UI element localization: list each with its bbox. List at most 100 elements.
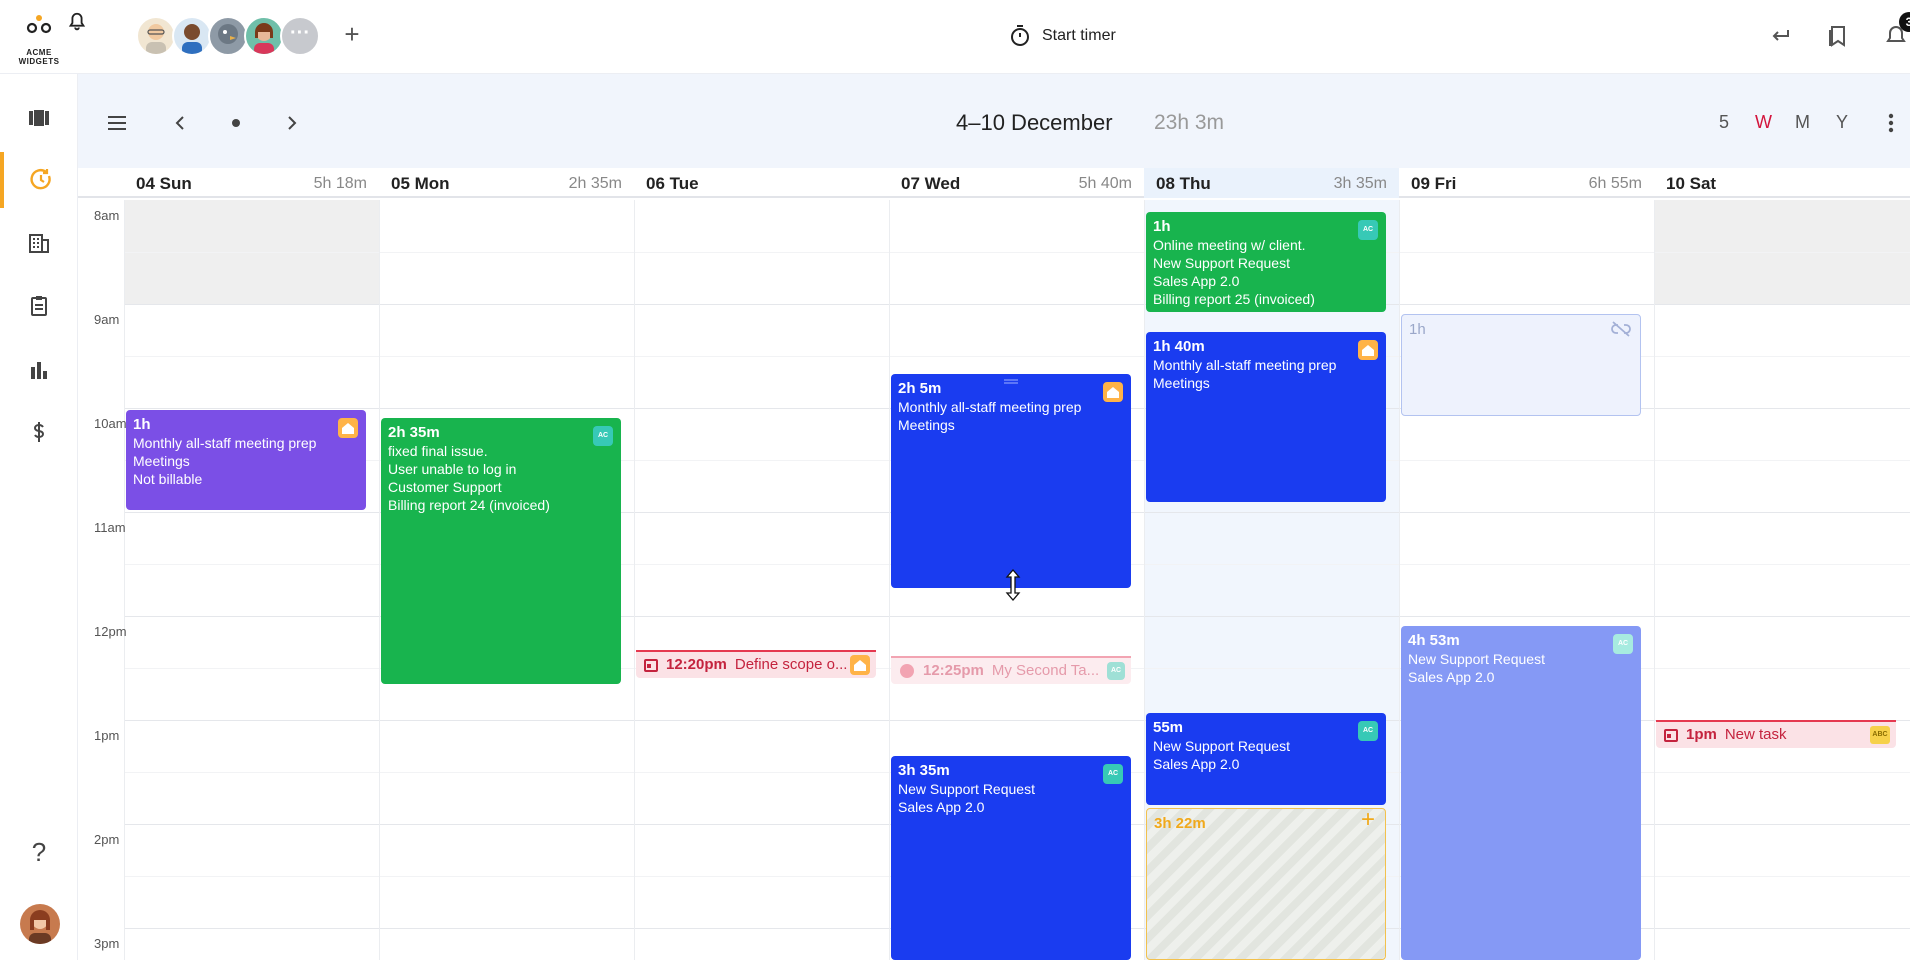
- day-header-sun[interactable]: 04 Sun 5h 18m: [124, 168, 379, 198]
- bell-icon[interactable]: [66, 10, 88, 34]
- hour-label: 12pm: [94, 624, 127, 639]
- column-divider: [634, 200, 635, 960]
- add-entry-icon[interactable]: +: [1361, 809, 1375, 832]
- calendar-toolbar: 4–10 December 23h 3m 5 W M Y: [78, 74, 1910, 168]
- start-timer-button[interactable]: Start timer: [1008, 22, 1116, 50]
- start-timer-label: Start timer: [1042, 27, 1116, 44]
- more-members-button[interactable]: ···: [280, 16, 320, 56]
- home-icon: [338, 418, 358, 438]
- time-entry-fri-support-request[interactable]: 4h 53m New Support Request Sales App 2.0…: [1401, 626, 1641, 960]
- day-column-sun[interactable]: [124, 200, 379, 960]
- view-year-button[interactable]: Y: [1836, 112, 1848, 133]
- week-grid[interactable]: 8am 9am 10am 11am 12pm 1pm 2pm 3pm 1h Mo…: [78, 200, 1910, 960]
- client-badge-icon: AC: [593, 426, 613, 446]
- half-hour-line: [124, 356, 1910, 357]
- sidebar-item-time[interactable]: [0, 152, 78, 208]
- home-icon: [850, 655, 870, 675]
- day-header-mon[interactable]: 05 Mon 2h 35m: [379, 168, 634, 198]
- client-badge-icon: AC: [1107, 662, 1125, 680]
- column-divider: [889, 200, 890, 960]
- acme-widgets-logo[interactable]: ACME WIDGETS: [12, 12, 66, 66]
- member-avatar[interactable]: [208, 16, 248, 56]
- client-badge-icon: ABC: [1870, 726, 1890, 744]
- time-entry-thu-support-request[interactable]: 55m New Support Request Sales App 2.0 AC: [1146, 713, 1386, 805]
- column-divider: [124, 200, 125, 960]
- client-badge-icon: AC: [1103, 764, 1123, 784]
- avatar-icon: [900, 664, 914, 678]
- unlink-icon[interactable]: [1610, 321, 1632, 337]
- column-divider: [1144, 200, 1145, 960]
- dollar-icon: [33, 422, 45, 442]
- task-wed-second-task[interactable]: 12:25pm My Second Ta... AC: [891, 656, 1131, 684]
- drag-handle-icon[interactable]: [1003, 378, 1019, 384]
- day-header-tue[interactable]: 06 Tue: [634, 168, 889, 198]
- calendar-icon: [1664, 729, 1678, 742]
- calendar-icon: [644, 659, 658, 672]
- column-divider: [1654, 200, 1655, 960]
- day-header-wed[interactable]: 07 Wed 5h 40m: [889, 168, 1144, 198]
- client-badge-icon: AC: [1358, 721, 1378, 741]
- menu-icon[interactable]: [106, 114, 128, 132]
- half-hour-line: [124, 252, 1910, 253]
- help-icon: ?: [31, 836, 47, 867]
- time-entry-fri-unlinked[interactable]: 1h: [1401, 314, 1641, 416]
- member-avatar[interactable]: [244, 16, 284, 56]
- resize-cursor-icon: [1005, 569, 1021, 601]
- hour-label: 1pm: [94, 728, 120, 743]
- home-icon: [1358, 340, 1378, 360]
- stopwatch-icon: [1011, 25, 1029, 46]
- undo-icon[interactable]: [1766, 22, 1794, 50]
- help-button[interactable]: ?: [0, 824, 78, 880]
- date-range-title: 4–10 December: [956, 110, 1113, 135]
- user-avatar[interactable]: [20, 904, 60, 944]
- clipboard-icon: [31, 296, 47, 316]
- member-avatar[interactable]: [136, 16, 176, 56]
- view-5-day-button[interactable]: 5: [1719, 112, 1729, 133]
- day-headers: 04 Sun 5h 18m 05 Mon 2h 35m 06 Tue 07 We…: [78, 168, 1910, 198]
- today-dot-icon[interactable]: [231, 118, 241, 128]
- hour-label: 8am: [94, 208, 120, 223]
- sidebar-item-reports[interactable]: [0, 342, 78, 398]
- timer-icon: [30, 169, 51, 190]
- bar-chart-icon: [31, 362, 47, 379]
- chevron-right-icon[interactable]: [284, 114, 300, 132]
- time-entry-wed-support-request[interactable]: 3h 35m New Support Request Sales App 2.0…: [891, 756, 1131, 960]
- sidebar-item-tasks[interactable]: [0, 278, 78, 334]
- view-week-button[interactable]: W: [1755, 112, 1772, 133]
- time-entry-mon-login-issue[interactable]: 2h 35m fixed final issue. User unable to…: [381, 418, 621, 684]
- day-column-tue[interactable]: [634, 200, 889, 960]
- client-badge-icon: AC: [1358, 220, 1378, 240]
- hour-label: 2pm: [94, 832, 120, 847]
- hour-label: 10am: [94, 416, 127, 431]
- time-entry-sun-staff-meeting[interactable]: 1h Monthly all-staff meeting prep Meetin…: [126, 410, 366, 510]
- add-icon[interactable]: +: [340, 21, 364, 47]
- hour-label: 3pm: [94, 936, 120, 951]
- sidebar-item-invoices[interactable]: [0, 404, 78, 460]
- time-entry-thu-gap-suggestion[interactable]: 3h 22m +: [1146, 808, 1386, 960]
- week-total: 23h 3m: [1154, 111, 1225, 134]
- logo-text: ACME WIDGETS: [18, 48, 60, 66]
- building-icon: [29, 234, 49, 253]
- left-sidebar: ?: [0, 74, 78, 960]
- hour-label: 9am: [94, 312, 120, 327]
- task-tue-define-scope[interactable]: 12:20pm Define scope o...: [636, 650, 876, 678]
- logo-mark-icon: [26, 15, 52, 34]
- hour-label: 11am: [94, 520, 126, 535]
- day-header-sat[interactable]: 10 Sat: [1654, 168, 1909, 198]
- chevron-left-icon[interactable]: [172, 114, 188, 132]
- day-header-thu[interactable]: 08 Thu 3h 35m: [1144, 168, 1399, 198]
- column-divider: [379, 200, 380, 960]
- day-header-fri[interactable]: 09 Fri 6h 55m: [1399, 168, 1654, 198]
- more-options-icon[interactable]: [1886, 112, 1896, 134]
- view-month-button[interactable]: M: [1795, 112, 1810, 133]
- day-column-sat[interactable]: [1654, 200, 1910, 960]
- sidebar-item-clients[interactable]: [0, 215, 78, 271]
- member-avatar[interactable]: [172, 16, 212, 56]
- time-entry-wed-staff-meeting[interactable]: 2h 5m Monthly all-staff meeting prep Mee…: [891, 374, 1131, 588]
- time-entry-thu-staff-meeting[interactable]: 1h 40m Monthly all-staff meeting prep Me…: [1146, 332, 1386, 502]
- sidebar-item-boards[interactable]: [0, 90, 78, 146]
- time-entry-thu-online-meeting[interactable]: 1h Online meeting w/ client. New Support…: [1146, 212, 1386, 312]
- top-bar: ACME WIDGETS ··· + Start timer 3: [0, 0, 1910, 74]
- task-sat-new-task[interactable]: 1pm New task ABC: [1656, 720, 1896, 748]
- bookmark-icon[interactable]: [1824, 22, 1852, 50]
